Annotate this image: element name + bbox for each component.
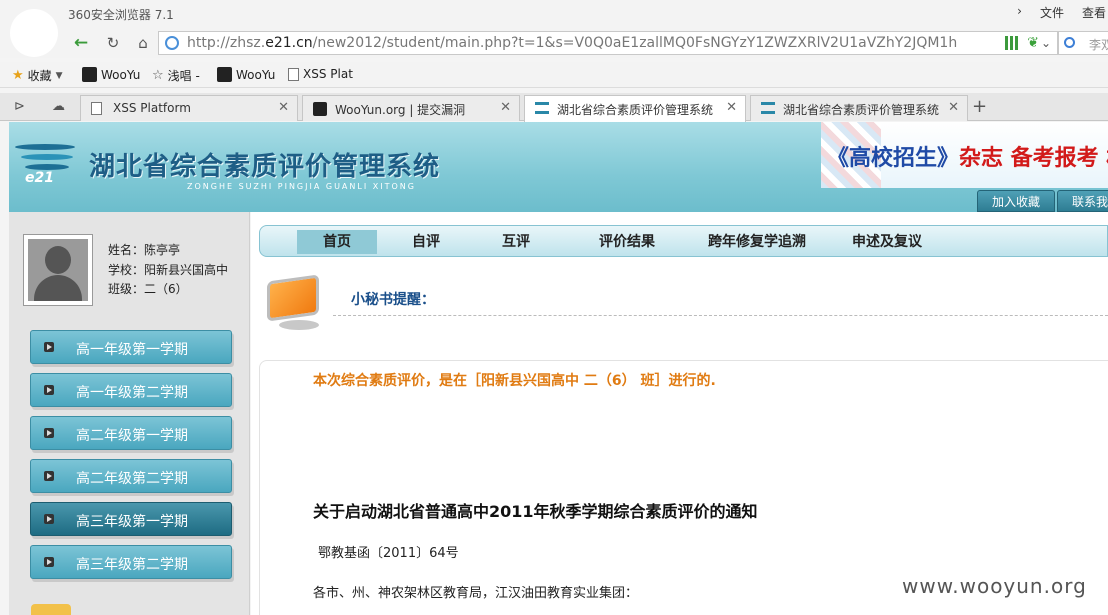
notice-title: 小秘书提醒：: [351, 292, 435, 308]
app-title: 360安全浏览器 7.1: [68, 8, 174, 22]
site-subtitle: ZONGHE SUZHI PINGJIA GUANLI XITONG: [187, 182, 416, 191]
close-icon[interactable]: ✕: [726, 100, 737, 115]
site-title: 湖北省综合素质评价管理系统: [89, 152, 441, 182]
document-icon: [91, 102, 102, 115]
nav-appeal[interactable]: 申述及复议: [841, 230, 933, 254]
play-icon: [44, 514, 54, 524]
term-g1-s2[interactable]: 高一年级第二学期: [30, 373, 232, 407]
site-header: e21 湖北省综合素质评价管理系统 ZONGHE SUZHI PINGJIA G…: [9, 122, 1108, 212]
bookmark-xss-platform[interactable]: XSS Plat: [288, 67, 353, 81]
banner-ad[interactable]: 《高校招生》杂志 备考报考 权威: [821, 122, 1108, 188]
student-name: 姓名：陈亭亭: [108, 243, 181, 257]
bookmark-wooyun-2[interactable]: WooYu: [217, 67, 275, 82]
url-input[interactable]: http://zhsz.e21.cn/new2012/student/main.…: [158, 31, 1058, 55]
home-icon[interactable]: ⌂: [132, 32, 154, 54]
top-navigation: 首页 自评 互评 评价结果 跨年修复学追溯 申述及复议: [259, 225, 1108, 257]
term-g2-s2[interactable]: 高二年级第二学期: [30, 459, 232, 493]
outline-star-icon: ☆: [152, 68, 164, 83]
document-icon: [288, 67, 299, 81]
search-icon: [1064, 37, 1075, 48]
banner-text: 《高校招生》杂志 备考报考 权威: [827, 146, 1108, 171]
notice-panel: 小秘书提醒：: [259, 274, 1108, 342]
close-icon[interactable]: ✕: [500, 100, 511, 115]
student-school: 学校：阳新县兴国高中: [108, 263, 229, 277]
cloud-icon[interactable]: ☁: [52, 99, 65, 114]
sidebar-decoration: [31, 604, 71, 615]
nav-results[interactable]: 评价结果: [582, 230, 672, 254]
play-icon: [44, 471, 54, 481]
evaluation-info: 本次综合素质评价，是在［阳新县兴国高中 二（6） 班］进行的.: [313, 373, 716, 389]
back-arrow-icon[interactable]: ←: [70, 32, 92, 54]
document-number: 鄂教基函〔2011〕64号: [318, 546, 459, 561]
caret-down-icon[interactable]: ▼: [56, 71, 63, 81]
e21-logo-icon: [761, 102, 775, 114]
play-icon: [44, 428, 54, 438]
e21-logo-icon: [535, 102, 549, 114]
bookmark-favorites[interactable]: ★ 收藏 ▼: [12, 67, 63, 84]
contact-us-button[interactable]: 联系我: [1057, 190, 1108, 212]
menu-file[interactable]: 文件: [1038, 4, 1066, 21]
play-icon: [44, 342, 54, 352]
nav-self-eval[interactable]: 自评: [395, 230, 457, 254]
tab-wooyun[interactable]: WooYun.org | 提交漏洞 ✕: [302, 95, 520, 121]
monitor-icon: [259, 274, 331, 340]
e21-logo-icon[interactable]: e21: [11, 138, 83, 186]
bookmarks-bar: ★ 收藏 ▼ WooYu ☆ 浅唱 - WooYu XSS Plat: [0, 62, 1108, 88]
tab-hubei[interactable]: 湖北省综合素质评价管理系统 ✕: [750, 95, 968, 121]
qr-code-icon[interactable]: [1005, 36, 1019, 50]
nav-home[interactable]: 首页: [297, 230, 377, 254]
sidebar: 姓名：陈亭亭 学校：阳新县兴国高中 班级：二（6） 高一年级第一学期 高一年级第…: [9, 212, 250, 615]
search-input[interactable]: 李双: [1058, 31, 1108, 55]
term-g2-s1[interactable]: 高二年级第一学期: [30, 416, 232, 450]
reload-icon[interactable]: ↻: [102, 32, 124, 54]
article-title[interactable]: 关于启动湖北省普通高中2011年秋季学期综合素质评价的通知: [313, 498, 758, 522]
person-silhouette-icon: [28, 239, 88, 301]
nav-peer-eval[interactable]: 互评: [485, 230, 547, 254]
term-g3-s1[interactable]: 高三年级第一学期: [30, 502, 232, 536]
close-icon[interactable]: ✕: [278, 100, 289, 115]
chevron-right-icon[interactable]: ›: [1015, 4, 1024, 21]
menu-view[interactable]: 查看: [1080, 4, 1108, 21]
tab-hubei-active[interactable]: 湖北省综合素质评价管理系统 ✕: [524, 95, 746, 122]
avatar: [23, 234, 93, 306]
url-text[interactable]: http://zhsz.e21.cn/new2012/student/main.…: [187, 35, 987, 51]
new-tab-plus-icon[interactable]: +: [972, 97, 987, 117]
term-g3-s2[interactable]: 高三年级第二学期: [30, 545, 232, 579]
chevron-down-icon[interactable]: ⌄: [1034, 32, 1058, 54]
student-class: 班级：二（6）: [108, 282, 188, 296]
nav-cross-year[interactable]: 跨年修复学追溯: [697, 230, 817, 254]
sidebar-toggle-icon[interactable]: ⊳: [14, 99, 25, 114]
notice-divider: [333, 315, 1108, 316]
browser-logo-icon[interactable]: [10, 9, 58, 57]
tab-bar: ⊳ ☁ XSS Platform ✕ WooYun.org | 提交漏洞 ✕ 湖…: [0, 93, 1108, 122]
close-icon[interactable]: ✕: [948, 100, 959, 115]
browser-title-bar: 360安全浏览器 7.1 › 文件 查看: [0, 0, 1108, 28]
play-icon: [44, 557, 54, 567]
title-actions: › 文件 查看: [1015, 4, 1108, 21]
play-icon: [44, 385, 54, 395]
tab-xss-platform[interactable]: XSS Platform ✕: [80, 95, 298, 121]
wooyun-logo-icon: [82, 67, 97, 82]
watermark: www.wooyun.org: [902, 574, 1087, 598]
term-g1-s1[interactable]: 高一年级第一学期: [30, 330, 232, 364]
wooyun-logo-icon: [313, 102, 327, 116]
address-bar: ← ↻ ⌂ http://zhsz.e21.cn/new2012/student…: [0, 28, 1108, 58]
globe-icon: [165, 36, 179, 50]
addressee-line: 各市、州、神农架林区教育局，江汉油田教育实业集团：: [313, 586, 639, 601]
bookmark-wooyun-1[interactable]: WooYu: [82, 67, 140, 82]
star-icon: ★: [12, 68, 24, 83]
main-content: 首页 自评 互评 评价结果 跨年修复学追溯 申述及复议 小秘书提醒： 本次综合素…: [251, 212, 1108, 615]
add-favorite-button[interactable]: 加入收藏: [977, 190, 1056, 212]
bookmark-qianchang[interactable]: ☆ 浅唱 -: [152, 67, 200, 84]
wooyun-logo-icon: [217, 67, 232, 82]
